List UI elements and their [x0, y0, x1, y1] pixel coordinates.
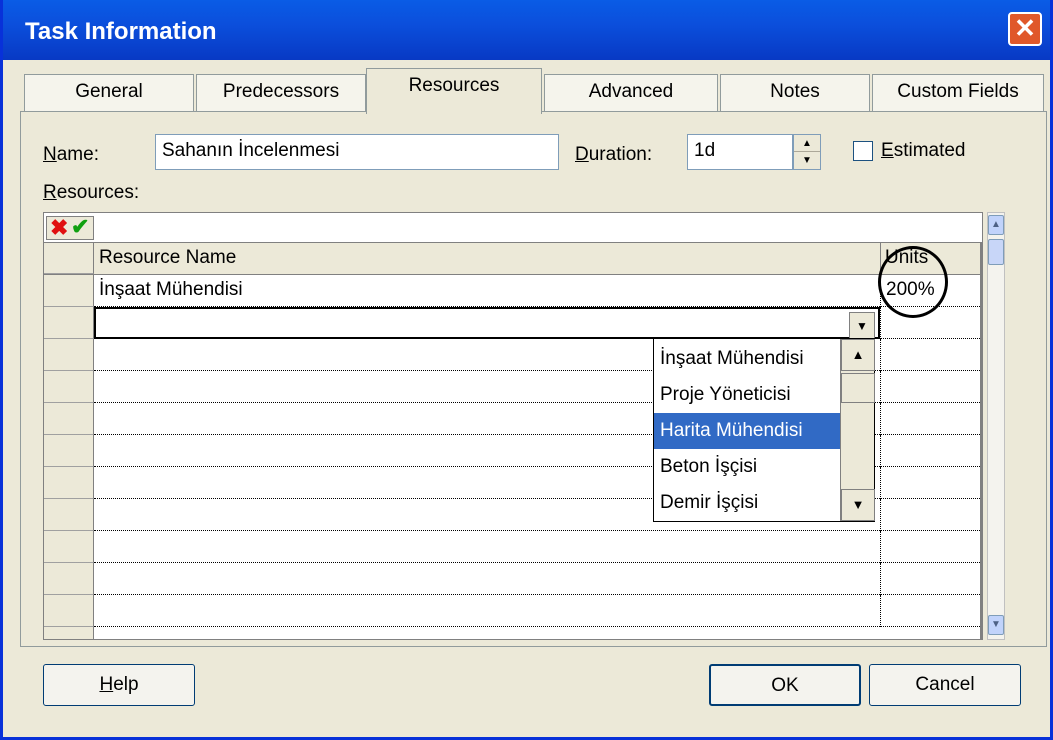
active-resource-name-cell[interactable]	[94, 307, 880, 339]
name-label: Name:	[43, 144, 99, 165]
dropdown-item[interactable]: İnşaat Mühendisi	[654, 341, 840, 377]
ok-button[interactable]: OK	[709, 664, 861, 706]
duration-spinner[interactable]: ▲ ▼	[793, 134, 821, 170]
tab-custom-fields[interactable]: Custom Fields	[872, 74, 1044, 112]
estimated-label: Estimated	[881, 140, 966, 161]
grid-vertical-scrollbar[interactable]: ▲ ▼	[987, 212, 1005, 640]
tab-general[interactable]: General	[24, 74, 194, 112]
resource-name-cell[interactable]	[94, 595, 880, 627]
tab-advanced[interactable]: Advanced	[544, 74, 718, 112]
help-button[interactable]: Help	[43, 664, 195, 706]
resources-label: Resources:	[43, 182, 140, 203]
dropdown-item-selected[interactable]: Harita Mühendisi	[654, 413, 840, 449]
title-bar[interactable]: Task Information ✕	[3, 0, 1050, 60]
units-cell[interactable]	[880, 435, 980, 467]
task-information-dialog: Task Information ✕ General Predecessors …	[0, 0, 1053, 740]
accept-entry-icon[interactable]: ✔	[71, 214, 89, 240]
resource-dropdown-button[interactable]: ▼	[849, 312, 875, 340]
highlight-circle	[878, 246, 948, 318]
grid-header: Resource Name Units	[44, 243, 982, 275]
row-header[interactable]	[44, 339, 94, 371]
tab-strip: General Predecessors Resources Advanced …	[20, 68, 1047, 114]
cancel-button[interactable]: Cancel	[869, 664, 1021, 706]
window-title: Task Information	[25, 18, 217, 45]
tab-predecessors[interactable]: Predecessors	[196, 74, 366, 112]
cancel-entry-icon[interactable]: ✖	[50, 215, 68, 241]
tab-notes[interactable]: Notes	[720, 74, 870, 112]
units-cell[interactable]	[880, 403, 980, 435]
corner-cell	[44, 243, 94, 274]
row-header[interactable]	[44, 563, 94, 595]
dropdown-item[interactable]: Beton İşçisi	[654, 449, 840, 485]
units-cell[interactable]	[880, 499, 980, 531]
dropdown-item[interactable]: Demir İşçisi	[654, 485, 840, 521]
duration-field[interactable]: 1d	[687, 134, 793, 170]
row-header[interactable]	[44, 403, 94, 435]
units-cell[interactable]	[880, 339, 980, 371]
column-divider	[980, 243, 982, 639]
units-cell[interactable]	[880, 563, 980, 595]
row-header[interactable]	[44, 595, 94, 627]
row-header[interactable]	[44, 531, 94, 563]
dropdown-item[interactable]: Proje Yöneticisi	[654, 377, 840, 413]
tab-resources[interactable]: Resources	[366, 68, 542, 114]
dropdown-scrollbar[interactable]: ▲ ▼	[840, 339, 875, 521]
estimated-checkbox[interactable]	[853, 141, 873, 161]
resource-name-header[interactable]: Resource Name	[99, 247, 236, 269]
units-cell[interactable]	[880, 531, 980, 563]
entry-bar[interactable]: ✖ ✔	[44, 213, 982, 243]
units-cell[interactable]	[880, 371, 980, 403]
scroll-down-icon[interactable]: ▼	[988, 615, 1004, 635]
row-header[interactable]	[44, 499, 94, 531]
resource-dropdown-list: İnşaat Mühendisi Proje Yöneticisi Harita…	[653, 338, 875, 522]
resource-name-cell[interactable]: İnşaat Mühendisi	[94, 275, 880, 307]
scroll-up-icon[interactable]: ▲	[988, 215, 1004, 235]
name-field[interactable]: Sahanın İncelenmesi	[155, 134, 559, 170]
row-header[interactable]	[44, 435, 94, 467]
entry-bar-buttons: ✖ ✔	[46, 214, 94, 241]
resource-name-cell[interactable]	[94, 531, 880, 563]
close-icon[interactable]: ✕	[1008, 12, 1042, 46]
units-cell[interactable]	[880, 467, 980, 499]
spin-down-icon[interactable]: ▼	[794, 152, 820, 169]
spin-up-icon[interactable]: ▲	[794, 135, 820, 152]
row-header[interactable]	[44, 371, 94, 403]
duration-label: Duration:	[575, 144, 653, 165]
dropdown-scroll-down-icon[interactable]: ▼	[841, 489, 875, 521]
row-header[interactable]	[44, 275, 94, 307]
dropdown-scroll-up-icon[interactable]: ▲	[841, 339, 875, 371]
row-header[interactable]	[44, 307, 94, 339]
units-cell[interactable]	[880, 595, 980, 627]
resource-name-cell[interactable]	[94, 563, 880, 595]
dropdown-scroll-thumb[interactable]	[841, 373, 875, 403]
scroll-thumb[interactable]	[988, 239, 1004, 265]
row-header[interactable]	[44, 627, 94, 639]
row-header[interactable]	[44, 467, 94, 499]
